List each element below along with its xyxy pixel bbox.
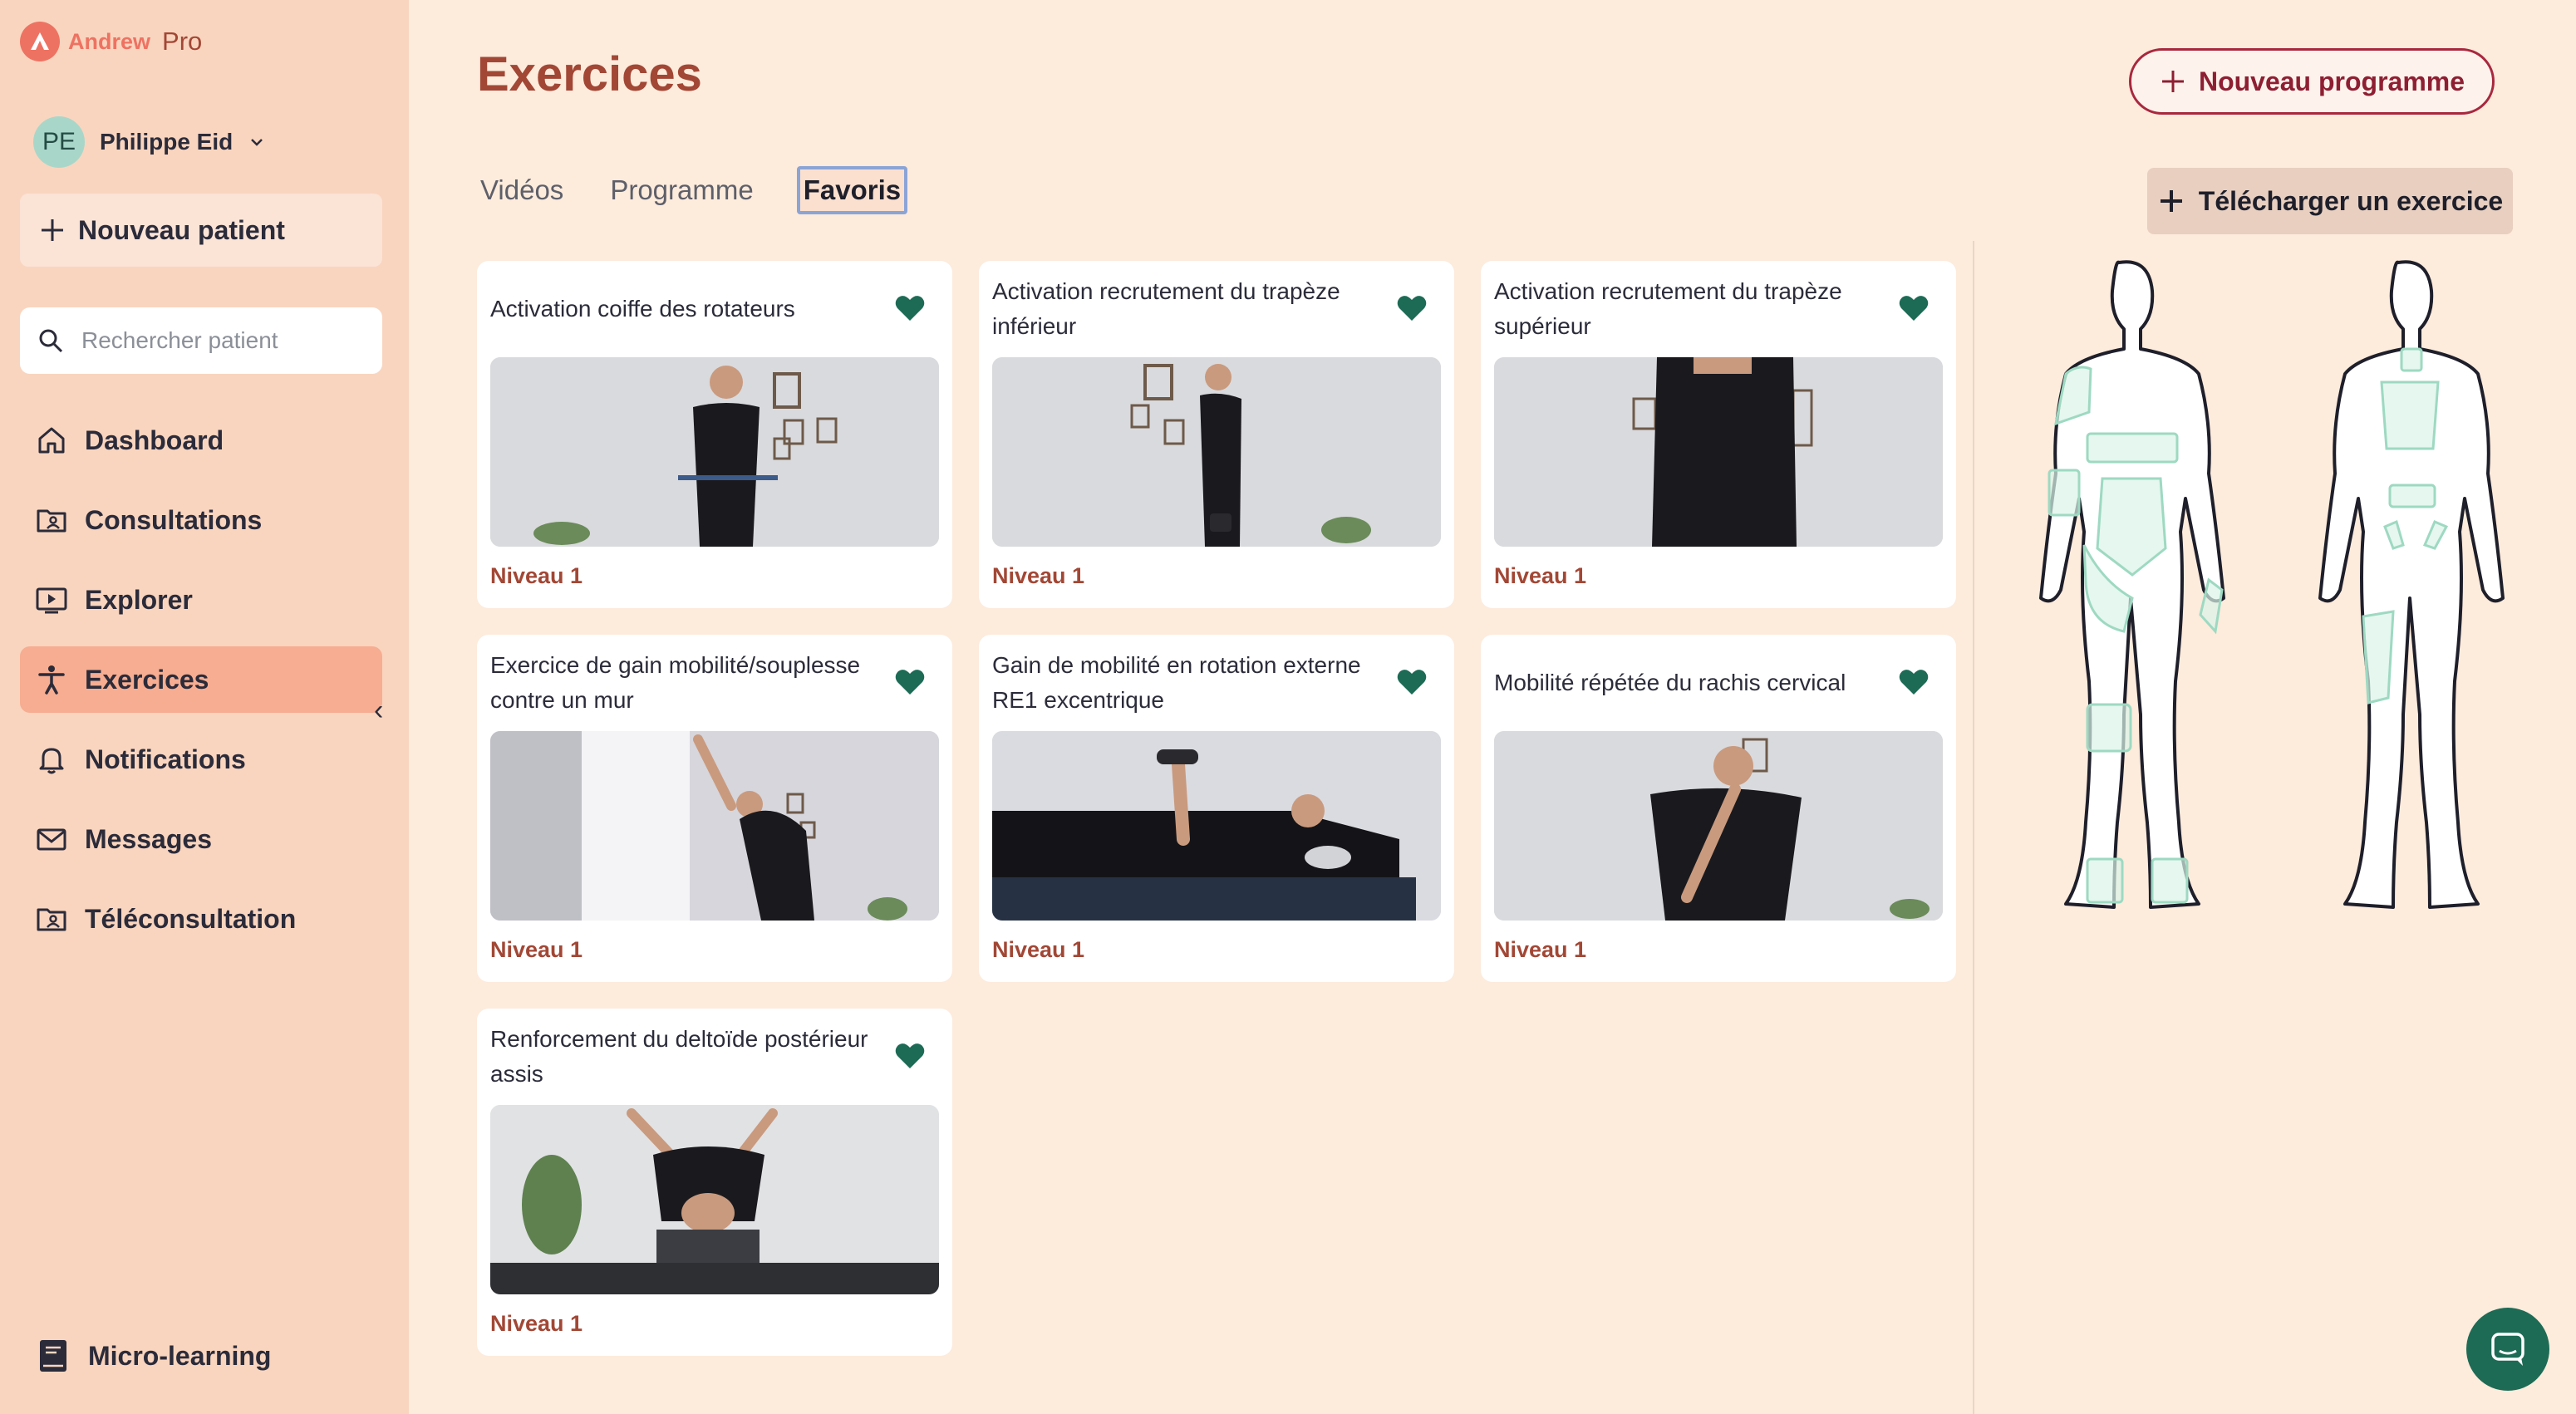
new-program-button[interactable]: Nouveau programme — [2129, 48, 2495, 115]
exercise-thumbnail[interactable] — [490, 731, 939, 921]
exercise-card[interactable]: Activation coiffe des rotateurs Niveau 1 — [477, 261, 952, 608]
exercise-title: Gain de mobilité en rotation externe RE1… — [992, 652, 1361, 713]
chevron-down-icon — [251, 139, 263, 146]
brand-name: Andrew — [68, 28, 151, 54]
exercise-card[interactable]: Activation recrutement du trapèze inféri… — [979, 261, 1454, 608]
micro-learning-label: Micro-learning — [88, 1340, 272, 1371]
exercise-level: Niveau 1 — [1494, 937, 1587, 962]
plus-icon — [2161, 71, 2184, 92]
heart-icon[interactable] — [1898, 668, 1930, 696]
heart-icon[interactable] — [894, 668, 926, 696]
exercise-thumbnail[interactable] — [1494, 357, 1943, 547]
exercise-thumbnail[interactable] — [992, 357, 1441, 547]
andrew-logo-icon — [20, 22, 60, 61]
body-front[interactable] — [2039, 260, 2225, 909]
collapse-sidebar-icon[interactable]: ‹ — [374, 695, 383, 727]
new-patient-button[interactable]: Nouveau patient — [20, 194, 382, 267]
heart-icon[interactable] — [1396, 294, 1428, 322]
new-program-label: Nouveau programme — [2198, 66, 2465, 96]
home-icon — [38, 427, 65, 454]
exercise-title: Activation recrutement du trapèze inféri… — [992, 278, 1340, 339]
sidebar-item-consultations[interactable]: Consultations — [20, 487, 382, 553]
play-screen-icon — [36, 587, 67, 614]
exercise-thumbnail[interactable] — [490, 357, 939, 547]
panel-divider — [1973, 241, 1974, 1414]
heart-icon[interactable] — [1898, 294, 1930, 322]
brand-suffix: Pro — [162, 27, 203, 56]
tab-videos[interactable]: Vidéos — [477, 169, 567, 211]
heart-icon[interactable] — [1396, 668, 1428, 696]
body-map[interactable] — [1994, 249, 2526, 939]
sidebar-item-label: Consultations — [85, 504, 263, 535]
sidebar-item-label: Explorer — [85, 584, 193, 615]
new-patient-label: Nouveau patient — [78, 214, 285, 245]
search-box[interactable] — [20, 307, 382, 374]
sidebar-item-label: Notifications — [85, 744, 246, 774]
sidebar-nav: Dashboard Consultations Explorer Exercic… — [20, 407, 382, 965]
upload-exercise-label: Télécharger un exercice — [2198, 185, 2504, 216]
exercise-grid: Activation coiffe des rotateurs Niveau 1… — [477, 261, 1956, 1356]
folder-user-icon — [37, 908, 66, 931]
exercise-thumbnail[interactable] — [992, 731, 1441, 921]
exercise-level: Niveau 1 — [490, 1311, 583, 1336]
heart-icon[interactable] — [894, 294, 926, 322]
micro-learning-link[interactable]: Micro-learning — [35, 1338, 271, 1374]
exercise-thumbnail[interactable] — [490, 1105, 939, 1294]
exercise-level: Niveau 1 — [490, 937, 583, 962]
plus-icon — [42, 219, 63, 241]
plus-icon — [2160, 190, 2182, 212]
heart-icon[interactable] — [894, 1042, 926, 1070]
sidebar-item-messages[interactable]: Messages — [20, 806, 382, 872]
exercise-title: Renforcement du deltoïde postérieur assi… — [490, 1026, 868, 1087]
search-icon — [39, 329, 63, 353]
chat-icon — [2491, 1333, 2524, 1366]
exercise-title: Exercice de gain mobilité/souplesse cont… — [490, 652, 861, 713]
exercise-level: Niveau 1 — [992, 563, 1085, 588]
book-icon — [40, 1340, 66, 1372]
bell-icon — [39, 748, 64, 774]
brand[interactable]: Andrew Pro — [20, 22, 202, 61]
exercise-level: Niveau 1 — [1494, 563, 1587, 588]
sidebar-item-dashboard[interactable]: Dashboard — [20, 407, 382, 474]
exercise-thumbnail[interactable] — [1494, 731, 1943, 921]
avatar: PE — [33, 116, 85, 168]
folder-user-icon — [37, 509, 66, 533]
user-name: Philippe Eid — [100, 129, 234, 155]
chat-button[interactable] — [2466, 1308, 2549, 1391]
search-input[interactable] — [81, 327, 356, 354]
sidebar-item-teleconsultation[interactable]: Téléconsultation — [20, 886, 382, 952]
sidebar-item-label: Téléconsultation — [85, 903, 297, 934]
page-title: Exercices — [477, 47, 702, 101]
tab-programme[interactable]: Programme — [607, 169, 756, 211]
exercise-level: Niveau 1 — [490, 563, 583, 588]
sidebar-item-explorer[interactable]: Explorer — [20, 567, 382, 633]
sidebar-item-label: Exercices — [85, 664, 209, 695]
sidebar-item-notifications[interactable]: Notifications — [20, 726, 382, 793]
exercise-card[interactable]: Activation recrutement du trapèze supéri… — [1481, 261, 1956, 608]
exercise-card[interactable]: Exercice de gain mobilité/souplesse cont… — [477, 635, 952, 982]
exercise-title: Activation coiffe des rotateurs — [490, 296, 795, 322]
user-menu[interactable]: PE Philippe Eid — [33, 116, 266, 168]
exercise-level: Niveau 1 — [992, 937, 1085, 962]
sidebar: Andrew Pro PE Philippe Eid Nouveau patie… — [0, 0, 409, 1414]
exercise-card[interactable]: Renforcement du deltoïde postérieur assi… — [477, 1009, 952, 1356]
exercise-title: Activation recrutement du trapèze supéri… — [1494, 278, 1842, 339]
exercise-card[interactable]: Gain de mobilité en rotation externe RE1… — [979, 635, 1454, 982]
tab-favoris[interactable]: Favoris — [796, 166, 908, 214]
mail-icon — [37, 828, 66, 851]
sidebar-item-exercices[interactable]: Exercices — [20, 646, 382, 713]
sidebar-item-label: Dashboard — [85, 425, 224, 455]
exercise-card[interactable]: Mobilité répétée du rachis cervical Nive… — [1481, 635, 1956, 982]
tabs: Vidéos Programme Favoris — [477, 166, 908, 214]
upload-exercise-button[interactable]: Télécharger un exercice — [2147, 168, 2513, 234]
sidebar-item-label: Messages — [85, 823, 212, 854]
exercise-title: Mobilité répétée du rachis cervical — [1494, 670, 1846, 695]
person-exercise-icon — [38, 665, 65, 695]
